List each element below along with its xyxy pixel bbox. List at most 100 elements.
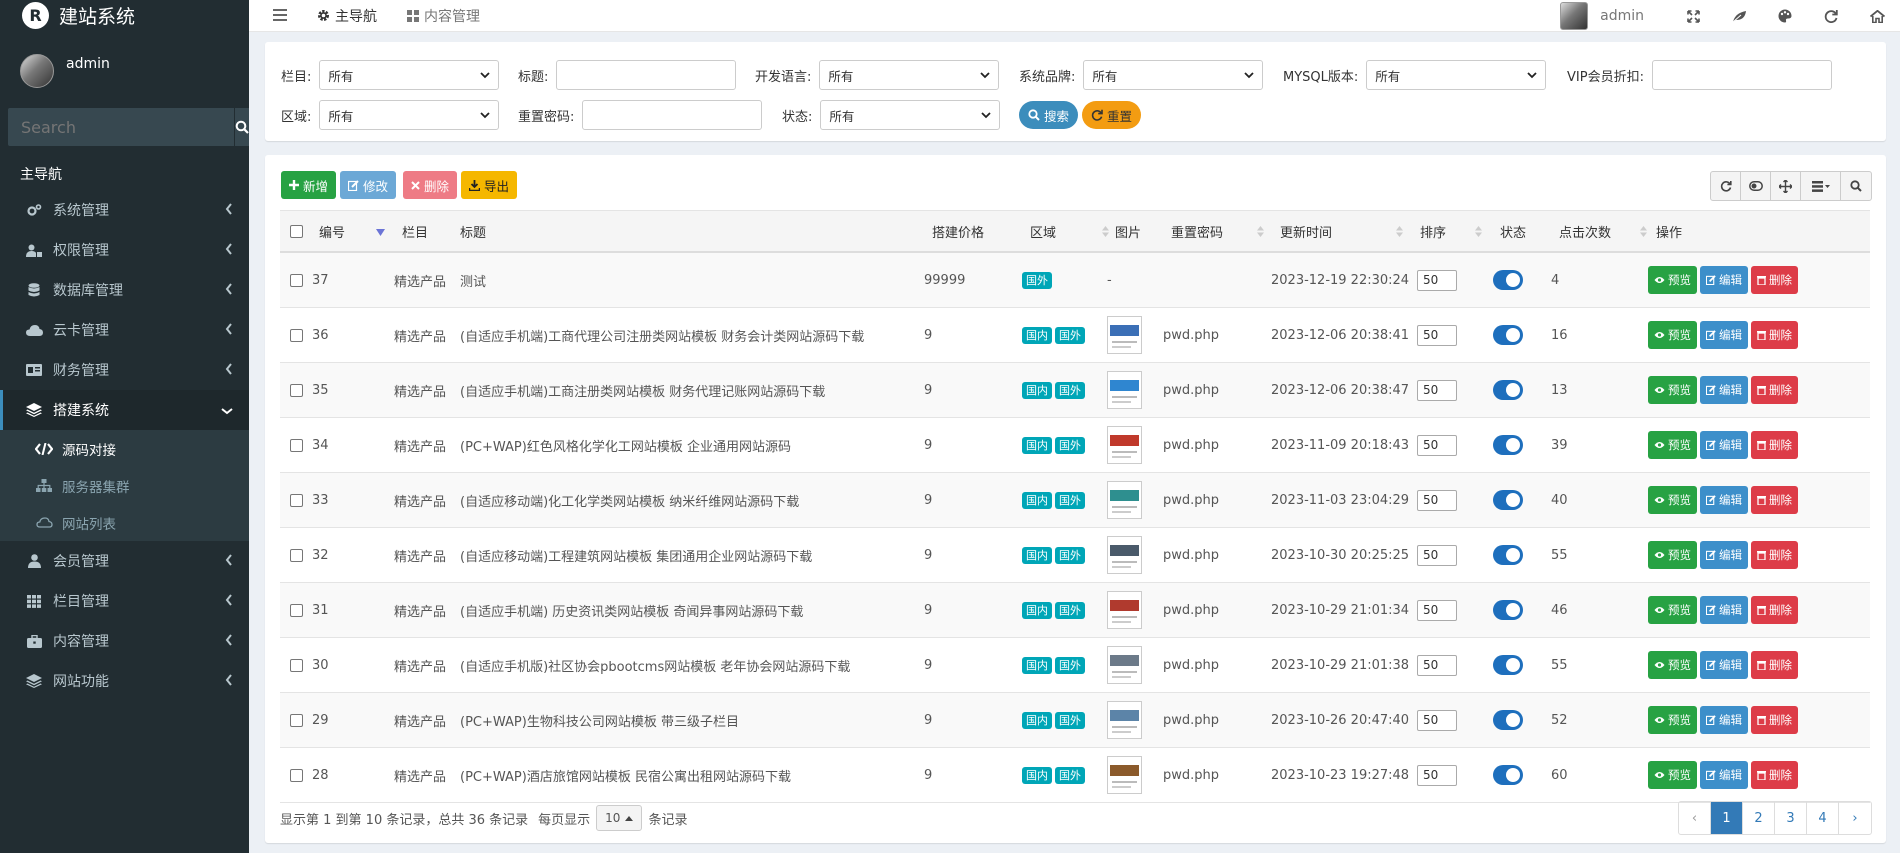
sidebar-item-database[interactable]: 数据库管理 [0,270,249,310]
skin-button[interactable] [1762,9,1808,23]
refresh-table-button[interactable] [1711,172,1741,200]
preview-button[interactable]: 预览 [1648,431,1697,459]
search-button[interactable] [234,108,249,146]
table-row[interactable]: 36 精选产品 (自适应手机端)工商代理公司注册类网站模板 财务会计类网站源码下载 9… [280,308,1870,363]
region-select[interactable]: 所有 [319,100,500,130]
column-header-status[interactable]: 状态 [1500,211,1526,252]
row-checkbox[interactable] [290,308,303,362]
delete-row-button[interactable]: 删除 [1751,321,1798,349]
theme-leaf-button[interactable] [1716,10,1762,23]
preview-button[interactable]: 预览 [1648,376,1697,404]
fullscreen-table-button[interactable] [1771,172,1801,200]
search-table-button[interactable] [1841,172,1871,200]
status-toggle[interactable] [1493,710,1523,730]
column-header-order[interactable]: 排序 [1420,211,1446,252]
reset-button[interactable]: 重置 [1082,101,1142,129]
edit-row-button[interactable]: 编辑 [1700,486,1748,514]
status-select[interactable]: 所有 [820,100,1001,130]
row-checkbox[interactable] [290,473,303,527]
edit-row-button[interactable]: 编辑 [1700,596,1748,624]
preview-button[interactable]: 预览 [1648,486,1697,514]
row-checkbox[interactable] [290,363,303,417]
sidebar-subitem-source-integration[interactable]: 源码对接 [0,430,249,467]
delete-row-button[interactable]: 删除 [1751,651,1798,679]
column-header-id[interactable]: 编号 [319,211,345,252]
search-input[interactable] [8,108,234,146]
columns-dropdown-button[interactable] [1801,172,1841,200]
delete-row-button[interactable]: 删除 [1751,596,1798,624]
order-input[interactable]: 50 [1417,324,1457,346]
fullscreen-button[interactable] [1670,9,1716,23]
title-input[interactable] [556,60,737,90]
order-input[interactable]: 50 [1417,269,1457,291]
column-header-column[interactable]: 栏目 [402,211,428,252]
delete-row-button[interactable]: 删除 [1751,486,1798,514]
template-thumbnail[interactable] [1107,426,1142,464]
edit-button[interactable]: 修改 [340,171,397,199]
status-toggle[interactable] [1493,655,1523,675]
order-input[interactable]: 50 [1417,709,1457,731]
row-checkbox[interactable] [290,693,303,747]
table-row[interactable]: 30 精选产品 (自适应手机版)社区协会pbootcms网站模板 老年协会网站源码下… [280,638,1870,693]
sidebar-item-finance[interactable]: 财务管理 [0,350,249,390]
order-input[interactable]: 50 [1417,489,1457,511]
edit-row-button[interactable]: 编辑 [1700,651,1748,679]
sidebar-item-build-system[interactable]: 搭建系统 [0,390,249,430]
column-header-updated[interactable]: 更新时间 [1280,211,1332,252]
template-thumbnail[interactable] [1107,481,1142,519]
row-checkbox[interactable] [290,748,303,802]
sidebar-item-system[interactable]: 系统管理 [0,190,249,230]
page-size-dropdown[interactable]: 10 [596,805,643,831]
table-row[interactable]: 31 精选产品 (自适应手机端) 历史资讯类网站模板 奇闻异事网站源码下载 9 国内 国外… [280,583,1870,638]
edit-row-button[interactable]: 编辑 [1700,761,1748,789]
sidebar-item-cloud-card[interactable]: 云卡管理 [0,310,249,350]
sidebar-subitem-server-cluster[interactable]: 服务器集群 [0,467,249,504]
table-row[interactable]: 37 精选产品 测试 99999 国外 - 2023-12-19 22:30:24 50 4 预览… [280,253,1870,308]
page-4[interactable]: 4 [1807,802,1839,834]
edit-row-button[interactable]: 编辑 [1700,706,1748,734]
column-select[interactable]: 所有 [319,60,500,90]
select-all-checkbox[interactable] [290,211,303,252]
edit-row-button[interactable]: 编辑 [1700,541,1748,569]
reset-password-input[interactable] [582,100,763,130]
row-checkbox[interactable] [290,418,303,472]
column-header-clicks[interactable]: 点击次数 [1559,211,1611,252]
order-input[interactable]: 50 [1417,434,1457,456]
preview-button[interactable]: 预览 [1648,706,1697,734]
delete-row-button[interactable]: 删除 [1751,376,1798,404]
row-checkbox[interactable] [290,583,303,637]
delete-row-button[interactable]: 删除 [1751,431,1798,459]
column-header-title[interactable]: 标题 [460,211,486,252]
preview-button[interactable]: 预览 [1648,596,1697,624]
status-toggle[interactable] [1493,545,1523,565]
table-row[interactable]: 34 精选产品 (PC+WAP)红色风格化学化工网站模板 企业通用网站源码 9 国内 国外… [280,418,1870,473]
page-3[interactable]: 3 [1775,802,1807,834]
sidebar-item-permissions[interactable]: 权限管理 [0,230,249,270]
refresh-button[interactable] [1808,9,1854,23]
search-button[interactable]: 搜索 [1019,101,1079,129]
app-logo[interactable]: R 建站系统 [0,0,249,30]
sidebar-item-columns[interactable]: 栏目管理 [0,581,249,621]
row-checkbox[interactable] [290,253,303,307]
table-row[interactable]: 35 精选产品 (自适应手机端)工商注册类网站模板 财务代理记账网站源码下载 9 国内国… [280,363,1870,418]
preview-button[interactable]: 预览 [1648,761,1697,789]
order-input[interactable]: 50 [1417,544,1457,566]
sidebar-item-content[interactable]: 内容管理 [0,621,249,661]
delete-row-button[interactable]: 删除 [1751,706,1798,734]
column-header-password[interactable]: 重置密码 [1171,211,1223,252]
page-2[interactable]: 2 [1743,802,1775,834]
order-input[interactable]: 50 [1417,599,1457,621]
dev-language-select[interactable]: 所有 [819,60,1000,90]
order-input[interactable]: 50 [1417,379,1457,401]
order-input[interactable]: 50 [1417,654,1457,676]
table-row[interactable]: 32 精选产品 (自适应移动端)工程建筑网站模板 集团通用企业网站源码下载 9 国内 国外… [280,528,1870,583]
status-toggle[interactable] [1493,435,1523,455]
page-next[interactable]: › [1839,802,1871,834]
status-toggle[interactable] [1493,325,1523,345]
column-header-region[interactable]: 区域 [1030,211,1056,252]
delete-button[interactable]: 删除 [403,171,458,199]
edit-row-button[interactable]: 编辑 [1700,431,1748,459]
preview-button[interactable]: 预览 [1648,651,1697,679]
sidebar-subitem-site-list[interactable]: 网站列表 [0,504,249,541]
sidebar-item-members[interactable]: 会员管理 [0,541,249,581]
